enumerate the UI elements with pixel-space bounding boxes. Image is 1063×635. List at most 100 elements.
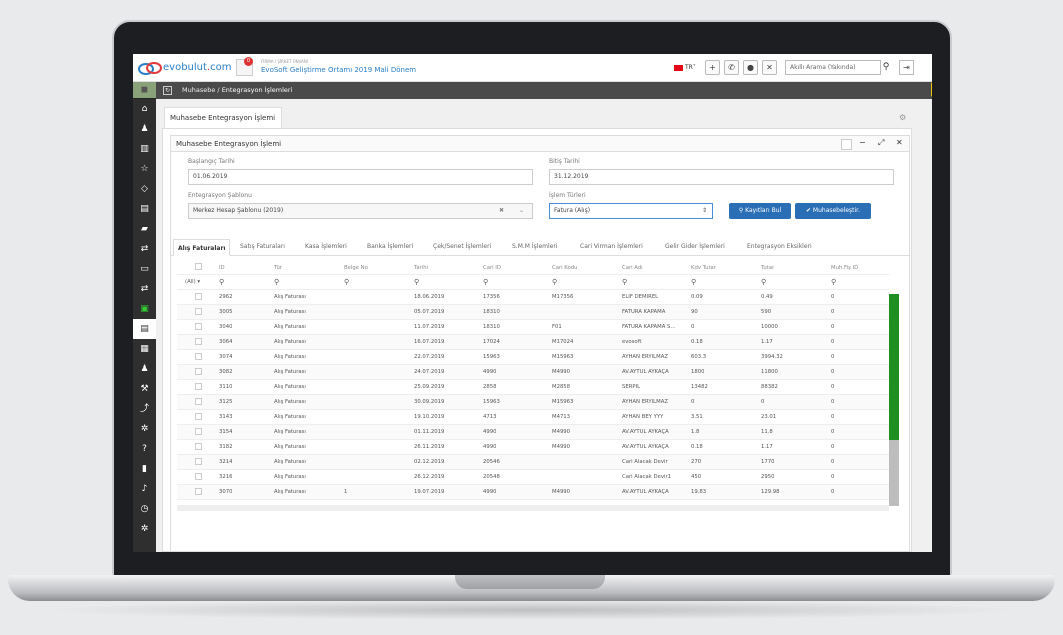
notification-badge[interactable]: 0 [244,57,253,66]
settings-gear-icon[interactable]: ✲ [931,82,932,97]
table-row[interactable]: 2962 Alış Faturası 18.06.2019 17356 M17356 EL… [177,290,889,305]
filter-search-icon[interactable]: ⚲ [691,278,696,286]
grid-scrollbar-thumb[interactable] [889,294,899,440]
row-checkbox[interactable] [195,443,202,450]
table-row[interactable]: 3125 Alış Faturası 30.09.2019 15963 M15963 AY… [177,395,889,410]
exchange-icon[interactable]: ⇄ [133,279,156,299]
tab-account-transfer[interactable]: Cari Virman İşlemleri [580,243,643,250]
template-select[interactable]: Merkez Hesap Şablonu (2019) ✖ ⌄ [188,203,533,219]
tab-sales-invoices[interactable]: Satış Faturaları [240,243,285,250]
company-name[interactable]: EvoSoft Geliştirme Ortamı 2019 Mali Döne… [261,66,416,74]
col-header-document[interactable]: Belge No [344,265,368,271]
chevron-down-icon[interactable]: ⌄ [519,204,524,218]
row-checkbox[interactable] [195,383,202,390]
col-header-account-code[interactable]: Cari Kodu [552,265,577,271]
grid-horizontal-scrollbar[interactable] [177,505,889,511]
barcode-icon[interactable]: ▥ [133,139,156,159]
accounting-icon[interactable]: ▤ [133,319,156,339]
row-checkbox[interactable] [195,428,202,435]
row-checkbox[interactable] [195,353,202,360]
diamond-icon[interactable]: ◇ [133,179,156,199]
filter-search-icon[interactable]: ⚲ [761,278,766,286]
chart-icon[interactable]: ⤴ [133,399,156,419]
user-avatar[interactable]: ◼ [133,82,156,99]
filter-search-icon[interactable]: ⚲ [622,278,627,286]
table-row[interactable]: 3110 Alış Faturası 25.09.2019 2858 M2858 SERP… [177,380,889,395]
start-date-field[interactable]: 01.06.2019 [188,169,533,185]
table-row[interactable]: 3040 Alış Faturası 11.07.2019 18310 F01 FATUR… [177,320,889,335]
tab-income-expense[interactable]: Gelir Gider İşlemleri [665,243,725,250]
money-icon[interactable]: ▭ [133,259,156,279]
col-header-voucher[interactable]: Muh.Fiş ID [831,265,858,271]
row-checkbox[interactable] [195,338,202,345]
settings-icon[interactable]: ✲ [133,419,156,439]
tab-bank-transactions[interactable]: Banka İşlemleri [367,243,413,250]
col-header-amount[interactable]: Tutar [761,265,774,271]
filter-search-icon[interactable]: ⚲ [219,278,224,286]
row-checkbox[interactable] [195,293,202,300]
row-checkbox[interactable] [195,323,202,330]
bell-icon[interactable]: ♪ [133,479,156,499]
minimize-icon[interactable]: − [859,138,866,147]
truck-icon[interactable]: ▰ [133,219,156,239]
find-records-button[interactable]: ⚲ Kayıtları Bul [729,203,791,219]
tab-integration-missing[interactable]: Entegrasyon Eksikleri [747,243,812,250]
home-icon[interactable]: ⌂ [133,99,156,119]
exit-icon[interactable]: ⇥ [899,60,914,75]
language-selector[interactable]: TR˅ [674,64,696,71]
phone-button[interactable]: ✆ [724,60,739,75]
gear-icon[interactable]: ✲ [133,519,156,539]
person-icon[interactable]: ♟ [133,359,156,379]
filter-search-icon[interactable]: ⚲ [344,278,349,286]
table-row[interactable]: 3216 Alış Faturası 26.12.2019 20548 Cari Ala… [177,470,889,485]
process-type-select[interactable]: Fatura (Alış) ⇕ [549,203,713,219]
filter-search-icon[interactable]: ⚲ [831,278,836,286]
row-checkbox[interactable] [195,488,202,495]
row-checkbox[interactable] [195,413,202,420]
tab-cash-transactions[interactable]: Kasa İşlemleri [305,243,347,250]
end-date-field[interactable]: 31.12.2019 [549,169,894,185]
file-icon[interactable]: ▮ [133,459,156,479]
table-row[interactable]: 3182 Alış Faturası 26.11.2019 4990 M4990 AV.A… [177,440,889,455]
breadcrumb-parent[interactable]: Muhasebe / [182,86,220,94]
filter-all-select[interactable]: (All) ▾ [185,279,200,285]
panel-checkbox[interactable] [841,139,852,150]
smart-search-input[interactable]: Akıllı Arama (Yakında) [785,60,881,75]
filter-search-icon[interactable]: ⚲ [414,278,419,286]
clear-icon[interactable]: ✖ [499,204,504,218]
col-header-type[interactable]: Tür [274,265,282,271]
table-row[interactable]: 3074 Alış Faturası 22.07.2019 15963 M15963 AY… [177,350,889,365]
tab-settings-icon[interactable]: ⚙ [899,113,906,122]
row-checkbox[interactable] [195,473,202,480]
logo-text[interactable]: evobulut.com [163,62,231,73]
table-row[interactable]: 3082 Alış Faturası 24.07.2019 4990 M4990 AV.A… [177,365,889,380]
table-row[interactable]: 3154 Alış Faturası 01.11.2019 4990 M4990 AV.A… [177,425,889,440]
row-checkbox[interactable] [195,368,202,375]
tab-smm-transactions[interactable]: S.M.M İşlemleri [512,243,557,250]
microphone-button[interactable]: ● [743,60,758,75]
filter-search-icon[interactable]: ⚲ [552,278,557,286]
tab-purchase-invoices[interactable]: Alış Faturaları [173,239,231,256]
refresh-icon[interactable]: ↻ [163,86,172,95]
table-row[interactable]: 3143 Alış Faturası 19.10.2019 4713 M4713 AYHA… [177,410,889,425]
col-header-account-id[interactable]: Cari ID [483,265,501,271]
transfer-icon[interactable]: ⇄ [133,239,156,259]
page-tab[interactable]: Muhasebe Entegrasyon İşlemi [164,107,282,128]
star-icon[interactable]: ☆ [133,159,156,179]
filter-search-icon[interactable]: ⚲ [274,278,279,286]
table-row[interactable]: 3070 Alış Faturası 1 19.07.2019 4990 M4990 AV.… [177,485,889,500]
calendar-icon[interactable]: ▦ [133,339,156,359]
expand-button[interactable]: ✕ [762,60,777,75]
document-icon[interactable]: ▤ [133,199,156,219]
cash-icon[interactable]: ▣ [133,299,156,319]
fullscreen-icon[interactable]: ⤢ [878,138,884,148]
post-accounting-button[interactable]: ✔ Muhasebeleştir. [795,203,871,219]
plus-button[interactable]: + [705,60,720,75]
row-checkbox[interactable] [195,458,202,465]
table-row[interactable]: 3214 Alış Faturası 02.12.2019 20546 Cari Ala… [177,455,889,470]
clock-icon[interactable]: ◷ [133,499,156,519]
close-icon[interactable]: ✕ [896,138,903,147]
wrench-icon[interactable]: ⚒ [133,379,156,399]
select-all-checkbox[interactable] [195,263,202,270]
user-icon[interactable]: ♟ [133,119,156,139]
